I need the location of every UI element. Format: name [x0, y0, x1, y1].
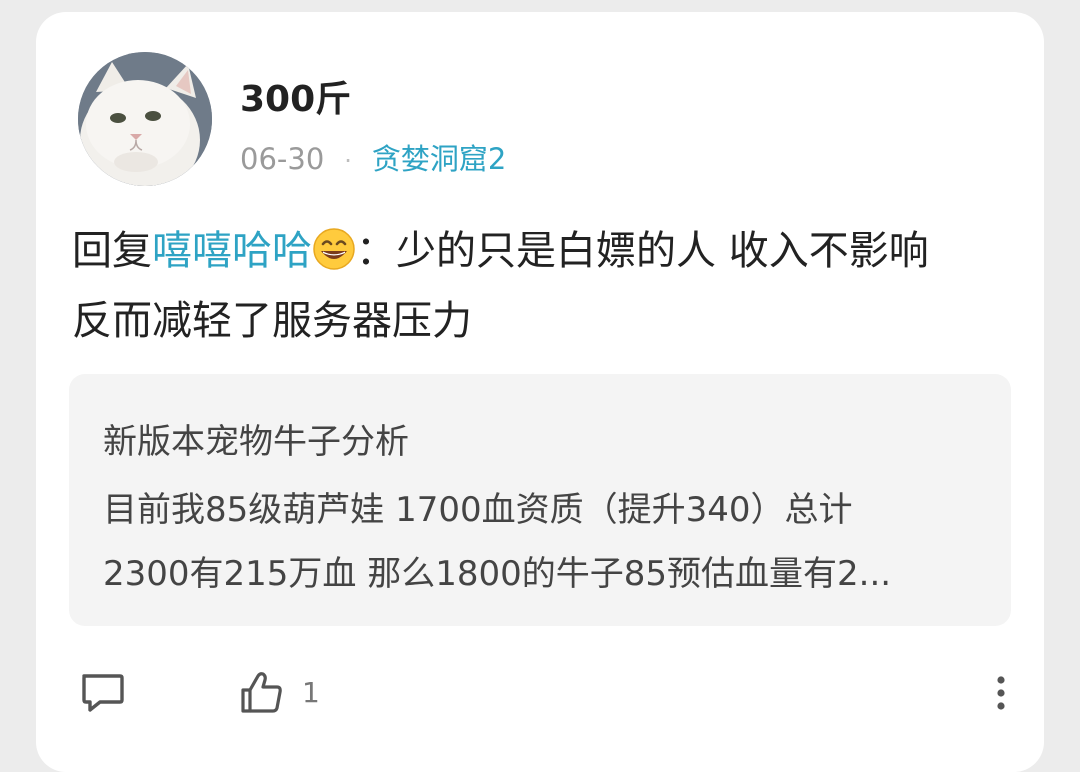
- quoted-post-body: 目前我85级葫芦娃 1700血资质（提升340）总计 2300有215万血 那么…: [103, 478, 983, 606]
- reply-prefix: 回复: [72, 228, 152, 274]
- like-button[interactable]: 1: [238, 668, 320, 716]
- grinning-face-emoji: [312, 223, 356, 270]
- post-date: 06-30: [240, 142, 325, 176]
- more-vertical-icon: [997, 676, 1005, 710]
- quoted-post[interactable]: 新版本宠物牛子分析 目前我85级葫芦娃 1700血资质（提升340）总计 230…: [69, 374, 1011, 626]
- comment-button[interactable]: [78, 668, 126, 716]
- quoted-post-title: 新版本宠物牛子分析: [103, 422, 409, 462]
- forum-link[interactable]: 贪婪洞窟2: [372, 142, 506, 176]
- post-card[interactable]: 300斤 06-30 · 贪婪洞窟2 回复嘻嘻哈哈 ：少的只是白嫖的人 收入不影响反…: [36, 12, 1044, 772]
- avatar[interactable]: [78, 52, 212, 186]
- cat-avatar-image: [78, 52, 212, 186]
- more-button[interactable]: [986, 668, 1016, 716]
- quoted-post-line2: 2300有215万血 那么1800的牛子85预估血量有2...: [103, 554, 892, 594]
- quoted-post-line1: 目前我85级葫芦娃 1700血资质（提升340）总计: [103, 490, 853, 530]
- reply-text[interactable]: 回复嘻嘻哈哈 ：少的只是白嫖的人 收入不影响反而减轻了服务器压力: [72, 216, 1022, 356]
- thumbs-up-icon: [241, 672, 282, 713]
- like-count: 1: [302, 675, 320, 709]
- post-meta: 06-30 · 贪婪洞窟2: [240, 136, 506, 178]
- meta-separator: ·: [344, 147, 352, 175]
- author-name[interactable]: 300斤: [240, 70, 351, 122]
- comment-icon: [82, 674, 124, 712]
- mention-link[interactable]: 嘻嘻哈哈: [152, 228, 312, 274]
- reply-body-line2: 反而减轻了服务器压力: [72, 298, 472, 344]
- action-bar: 1: [36, 668, 1044, 724]
- reply-body-line1: ：少的只是白嫖的人 收入不影响: [356, 228, 929, 274]
